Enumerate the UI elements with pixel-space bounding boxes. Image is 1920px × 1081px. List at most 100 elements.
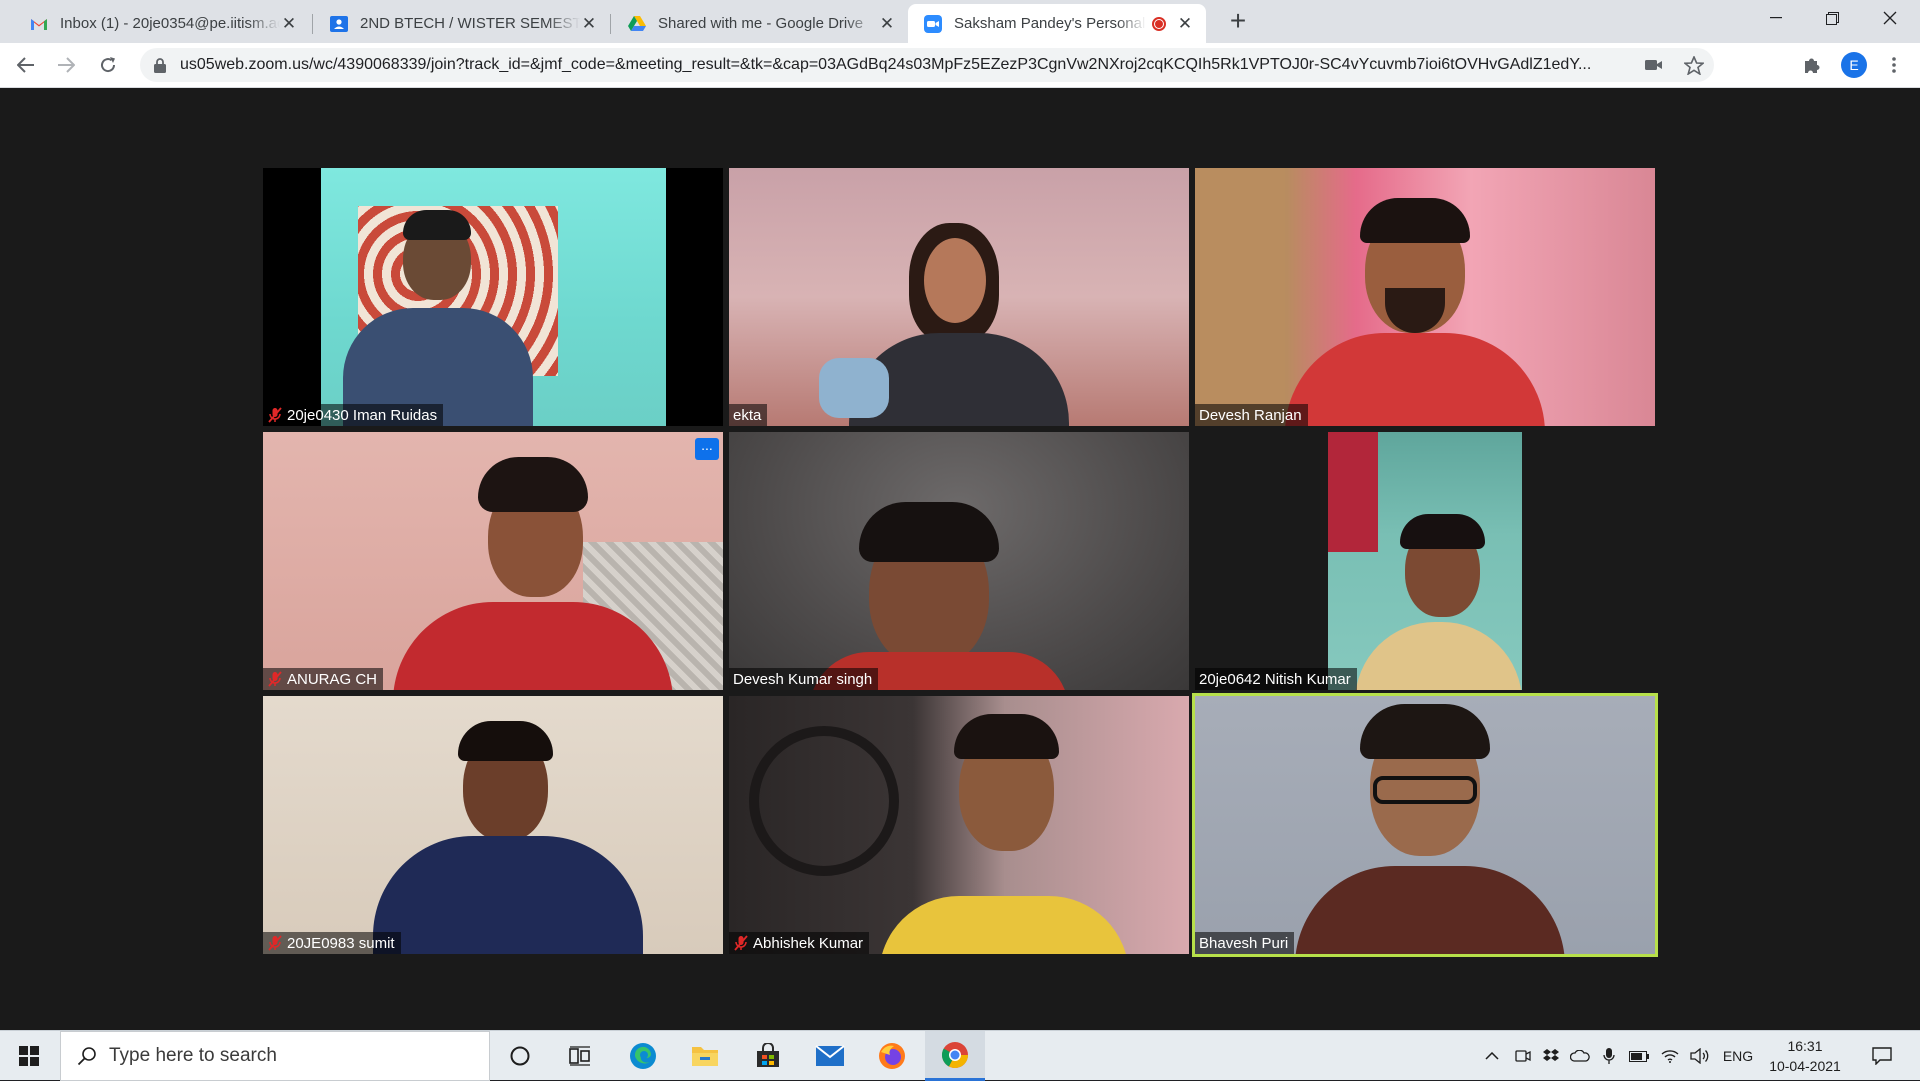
video-feed [729,168,1189,426]
chrome-icon[interactable] [925,1031,985,1081]
participant-name-tag: 20je0430 Iman Ruidas [263,404,444,426]
close-icon[interactable]: ✕ [1176,14,1194,34]
tab-label: Saksham Pandey's Personal Meeting Room [954,15,1146,32]
participant-tile[interactable]: 20je0430 Iman Ruidas [263,168,723,426]
muted-mic-icon [733,934,749,952]
new-tab-button[interactable]: + [1222,6,1254,38]
wifi-icon[interactable] [1656,1031,1684,1081]
extensions-icon[interactable] [1796,49,1828,81]
participant-tile[interactable]: ... ANURAG CH [263,432,723,690]
classroom-icon [330,15,348,33]
microphone-icon[interactable] [1596,1031,1622,1081]
participant-name: Abhishek Kumar [753,934,864,952]
restore-icon[interactable] [1804,0,1860,36]
video-feed [1195,168,1655,426]
video-feed [729,432,1189,690]
onedrive-cloud-icon[interactable] [1566,1031,1594,1081]
participant-tile[interactable]: Devesh Ranjan [1195,168,1655,426]
video-feed [263,696,723,954]
mail-icon[interactable] [805,1031,855,1081]
clock-date: 10-04-2021 [1769,1058,1841,1074]
volume-icon[interactable] [1686,1031,1714,1081]
zoom-icon [924,14,942,33]
action-center-icon[interactable] [1862,1031,1902,1081]
tab-classroom[interactable]: 2ND BTECH / WISTER SEMESTER ✕ [314,4,610,43]
participant-name: Bhavesh Puri [1199,934,1289,952]
tab-label: 2ND BTECH / WISTER SEMESTER [360,15,580,32]
menu-kebab-icon[interactable] [1878,49,1910,81]
tab-divider [610,14,611,34]
participant-name-tag: Abhishek Kumar [729,932,870,954]
tab-divider [312,14,313,34]
forward-icon[interactable] [50,49,82,81]
more-options-button[interactable]: ... [695,438,719,460]
participant-name-tag: Devesh Ranjan [1195,404,1308,426]
url-text: us05web.zoom.us/wc/4390068339/join?track… [180,56,1592,73]
reload-icon[interactable] [92,49,124,81]
tab-label: Inbox (1) - 20je0354@pe.iitism.ac.in [60,15,280,32]
profile-initial: E [1841,52,1867,78]
participant-tile[interactable]: Abhishek Kumar [729,696,1189,954]
close-icon[interactable]: ✕ [878,14,896,34]
participant-tile[interactable]: 20je0642 Nitish Kumar [1195,432,1655,690]
battery-icon[interactable] [1624,1031,1654,1081]
participant-name-tag: ANURAG CH [263,668,384,690]
cortana-icon[interactable] [495,1031,545,1081]
microsoft-store-icon[interactable] [743,1031,793,1081]
close-icon[interactable]: ✕ [580,14,598,34]
profile-avatar[interactable]: E [1838,49,1870,81]
participant-name-tag: 20je0642 Nitish Kumar [1195,668,1357,690]
participant-tile[interactable]: ekta [729,168,1189,426]
search-placeholder: Type here to search [109,1045,277,1066]
minimize-icon[interactable] [1748,0,1804,36]
taskbar-clock[interactable]: 16:31 10-04-2021 [1760,1036,1850,1076]
participant-name: ekta [733,406,762,424]
video-feed [263,168,723,426]
muted-mic-icon [267,934,283,952]
participant-name-tag: Devesh Kumar singh [729,668,879,690]
close-icon[interactable]: ✕ [280,14,298,34]
windows-taskbar: Type here to search ENG 16:31 10-04-2021 [0,1030,1920,1081]
clock-time: 16:31 [1787,1038,1823,1054]
participant-name-tag: ekta [729,404,768,426]
participant-name: Devesh Kumar singh [733,670,873,688]
taskbar-search-box[interactable]: Type here to search [60,1031,490,1081]
camera-permission-icon[interactable] [1634,59,1674,71]
address-bar[interactable]: us05web.zoom.us/wc/4390068339/join?track… [140,48,1714,82]
participant-tile-active-speaker[interactable]: Bhavesh Puri [1192,693,1658,957]
video-feed [729,696,1189,954]
dropbox-icon[interactable] [1538,1031,1564,1081]
close-window-icon[interactable] [1862,0,1918,36]
tab-google-drive[interactable]: Shared with me - Google Drive ✕ [612,4,908,43]
muted-mic-icon [267,670,283,688]
bookmark-star-icon[interactable] [1674,55,1714,75]
video-feed [1195,432,1655,690]
participant-name-tag: 20JE0983 sumit [263,932,401,954]
windows-start-icon[interactable] [0,1031,58,1081]
firefox-icon[interactable] [867,1031,917,1081]
tab-label: Shared with me - Google Drive [658,15,864,32]
tab-gmail[interactable]: Inbox (1) - 20je0354@pe.iitism.ac.in ✕ [14,4,310,43]
participant-tile[interactable]: 20JE0983 sumit [263,696,723,954]
show-hidden-icons-chevron[interactable] [1478,1031,1506,1081]
video-feed [1195,696,1655,954]
lock-icon[interactable] [140,57,180,73]
back-icon[interactable] [10,49,42,81]
edge-browser-icon[interactable] [618,1031,668,1081]
task-view-icon[interactable] [555,1031,605,1081]
google-drive-icon [628,15,646,33]
recording-icon [1152,16,1166,31]
file-explorer-icon[interactable] [680,1031,730,1081]
participant-name: 20je0642 Nitish Kumar [1199,670,1351,688]
meeting-gallery-view: 20je0430 Iman Ruidas ekta Devesh Ranjan [0,88,1920,1030]
participant-name: Devesh Ranjan [1199,406,1302,424]
input-language-indicator[interactable]: ENG [1718,1031,1758,1081]
participant-name: 20JE0983 sumit [287,934,395,952]
muted-mic-icon [267,406,283,424]
video-feed [263,432,723,690]
participant-tile[interactable]: Devesh Kumar singh [729,432,1189,690]
tab-zoom-meeting[interactable]: Saksham Pandey's Personal Meeting Room ✕ [908,4,1206,43]
meet-now-icon[interactable] [1510,1031,1536,1081]
gmail-icon [30,15,48,33]
browser-toolbar: us05web.zoom.us/wc/4390068339/join?track… [0,43,1920,88]
